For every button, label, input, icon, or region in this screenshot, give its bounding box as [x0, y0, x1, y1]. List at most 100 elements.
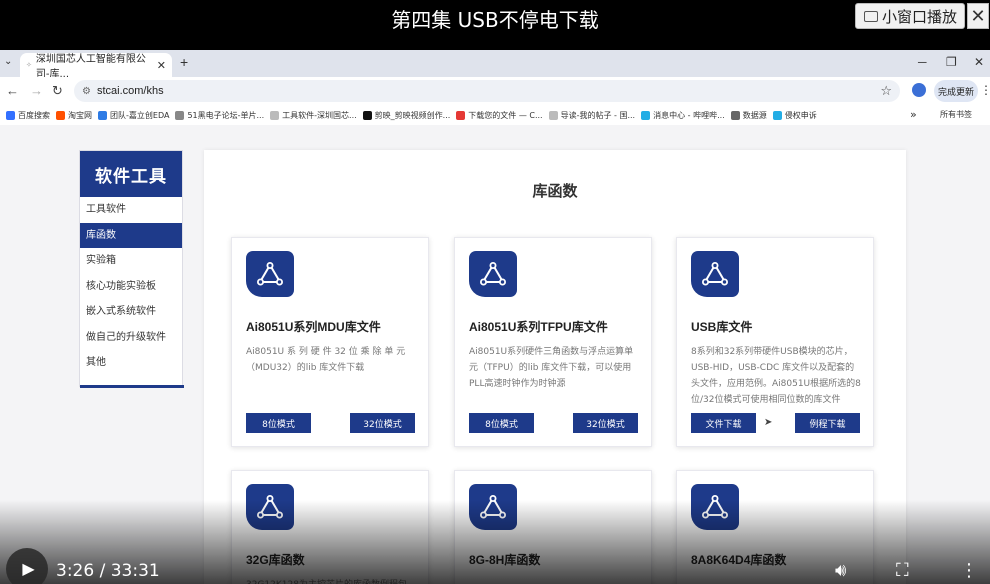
browser-tab-bar: ⌄ ✧ 深圳国芯人工智能有限公司-库... ✕ + ─ ❐ ✕ — [0, 50, 990, 80]
url-text: stcai.com/khs — [96, 85, 164, 97]
time-total: 33:31 — [110, 561, 160, 581]
sidebar: 软件工具 工具软件 库函数 实验箱 核心功能实验板 嵌入式系统软件 做自己的升级软件 其他 — [79, 150, 184, 388]
bookmark-label: 百度搜索 — [18, 110, 50, 120]
bookmark-star-icon[interactable]: ☆ — [880, 83, 892, 99]
volume-icon[interactable]: 🔊︎ — [835, 560, 846, 581]
bookmark-label: 下载您的文件 — C... — [468, 110, 543, 120]
close-video-button[interactable]: ✕ — [967, 3, 989, 29]
bookmark-favicon-icon — [362, 110, 372, 120]
sidebar-list: 工具软件 库函数 实验箱 核心功能实验板 嵌入式系统软件 做自己的升级软件 其他 — [80, 197, 182, 376]
minimize-icon[interactable]: ─ — [918, 55, 927, 69]
bookmark-item[interactable]: 导读-我的帖子 - 国... — [548, 110, 636, 121]
sidebar-item[interactable]: 其他 — [80, 350, 182, 376]
bookmark-favicon-icon — [175, 110, 185, 120]
library-card: Ai8051U系列TFPU库文件 Ai8051U系列硬件三角函数与浮点运算单元（T… — [454, 237, 652, 447]
time-separator: / — [99, 561, 106, 581]
forward-icon[interactable]: → — [30, 83, 43, 98]
bookmarks-more-icon[interactable]: » — [910, 108, 917, 121]
video-title: 第四集 USB不停电下载 — [391, 8, 599, 32]
bookmark-favicon-icon — [98, 110, 107, 120]
library-logo-icon — [246, 251, 294, 297]
address-bar-row: ← → ↻ ⚙ stcai.com/khs ☆ 完成更新 ⋮ — [0, 77, 990, 105]
bookmark-item[interactable]: 数据源 — [730, 110, 767, 121]
more-options-icon[interactable]: ⋮ — [960, 560, 978, 581]
window-close-icon[interactable]: ✕ — [974, 55, 984, 69]
card-description: Ai8051U系列硬件三角函数与浮点运算单元（TFPU）的lib 库文件下载，可… — [469, 347, 634, 389]
screen: { "video": { "title": "第四集 USB不停电下载", "m… — [0, 0, 990, 584]
card-title: Ai8051U系列MDU库文件 — [246, 320, 381, 334]
maximize-icon[interactable]: ❐ — [946, 55, 957, 69]
card-title: Ai8051U系列TFPU库文件 — [469, 320, 608, 334]
bookmark-item[interactable]: 工具软件-深圳国芯... — [270, 110, 357, 121]
download-button-primary[interactable]: 8位模式 — [469, 413, 534, 433]
sidebar-item[interactable]: 核心功能实验板 — [80, 274, 182, 300]
download-button-primary[interactable]: 8位模式 — [246, 413, 311, 433]
browser-tab[interactable]: ✧ 深圳国芯人工智能有限公司-库... ✕ — [20, 53, 172, 80]
play-icon: ▶ — [22, 561, 35, 578]
bookmark-favicon-icon — [6, 110, 15, 120]
download-button-secondary[interactable]: 32位模式 — [573, 413, 638, 433]
reload-icon[interactable]: ↻ — [52, 83, 63, 99]
library-logo-icon — [691, 251, 739, 297]
bookmark-favicon-icon — [548, 110, 558, 120]
all-bookmarks-folder[interactable]: 所有书签 — [940, 109, 972, 120]
time-current: 3:26 — [56, 561, 95, 581]
bookmark-label: 团队-嘉立创EDA — [110, 110, 170, 120]
bookmark-favicon-icon — [772, 110, 782, 120]
tab-close-icon[interactable]: ✕ — [157, 59, 166, 72]
tab-search-icon[interactable]: ⌄ — [4, 56, 12, 67]
bookmark-favicon-icon — [56, 110, 65, 120]
card-description: Ai8051U 系 列 硬 件 32 位 乘 除 单 元 （MDU32）的lib… — [246, 347, 406, 373]
bookmarks-bar: 百度搜索 淘宝网 团队-嘉立创EDA 51黑电子论坛-单片... 工具软件-深圳国芯..… — [0, 105, 990, 125]
update-button[interactable]: 完成更新 — [934, 80, 978, 102]
bookmark-item[interactable]: 百度搜索 — [6, 110, 50, 121]
bookmark-item[interactable]: 淘宝网 — [56, 110, 92, 121]
bookmark-label: 剪映_剪映视频创作... — [374, 110, 451, 120]
new-tab-button[interactable]: + — [180, 54, 188, 70]
profile-avatar[interactable] — [912, 83, 926, 97]
play-button[interactable]: ▶ — [6, 548, 48, 584]
sidebar-item[interactable]: 做自己的升级软件 — [80, 325, 182, 351]
sidebar-item[interactable]: 实验箱 — [80, 248, 182, 274]
bookmark-label: 导读-我的帖子 - 国... — [560, 110, 636, 120]
back-icon[interactable]: ← — [6, 83, 19, 98]
bookmark-favicon-icon — [270, 110, 280, 120]
bookmark-item[interactable]: 团队-嘉立创EDA — [98, 110, 169, 121]
mini-window-button[interactable]: 小窗口播放 — [855, 3, 965, 29]
bookmark-label: 侵权申诉 — [784, 110, 817, 120]
bookmark-label: 工具软件-深圳国芯... — [282, 110, 357, 120]
bookmark-item[interactable]: 消息中心 - 哔哩哔... — [641, 110, 725, 121]
fullscreen-icon[interactable]: ⛶ — [896, 560, 909, 581]
sidebar-title: 软件工具 — [80, 151, 182, 197]
bookmark-favicon-icon — [641, 110, 651, 120]
download-button-secondary[interactable]: 例程下载 — [795, 413, 860, 433]
bookmark-item[interactable]: 下载您的文件 — C... — [456, 110, 543, 121]
bookmark-label: 51黑电子论坛-单片... — [187, 110, 265, 120]
time-display: 3:26 / 33:31 — [56, 561, 160, 581]
sidebar-item[interactable]: 工具软件 — [80, 197, 182, 223]
tv-icon — [864, 10, 878, 22]
bookmark-item[interactable]: 51黑电子论坛-单片... — [175, 110, 264, 121]
bookmark-favicon-icon — [730, 110, 740, 120]
download-button-primary[interactable]: 文件下载 — [691, 413, 756, 433]
card-description: 8系列和32系列带硬件USB模块的芯片，USB-HID，USB-CDC 库文件以… — [691, 347, 861, 405]
card-title: USB库文件 — [691, 320, 753, 334]
site-favicon-icon: ✧ — [26, 61, 32, 69]
sidebar-item[interactable]: 嵌入式系统软件 — [80, 299, 182, 325]
page-title: 库函数 — [532, 182, 578, 200]
mouse-cursor-icon: ➤ — [764, 417, 773, 428]
library-logo-icon — [469, 251, 517, 297]
bookmark-item[interactable]: 侵权申诉 — [772, 110, 817, 121]
download-button-secondary[interactable]: 32位模式 — [350, 413, 415, 433]
mini-window-label: 小窗口播放 — [882, 7, 958, 26]
bookmark-label: 数据源 — [742, 110, 767, 120]
site-info-icon[interactable]: ⚙ — [82, 86, 91, 97]
bookmark-item[interactable]: 剪映_剪映视频创作... — [362, 110, 451, 121]
browser-menu-icon[interactable]: ⋮ — [980, 83, 990, 97]
bookmark-label: 淘宝网 — [68, 110, 92, 120]
library-card: Ai8051U系列MDU库文件 Ai8051U 系 列 硬 件 32 位 乘 除 … — [231, 237, 429, 447]
bookmark-favicon-icon — [456, 110, 466, 120]
sidebar-divider — [80, 385, 184, 388]
url-input[interactable]: ⚙ stcai.com/khs ☆ — [74, 80, 900, 102]
sidebar-item[interactable]: 库函数 — [80, 222, 182, 248]
